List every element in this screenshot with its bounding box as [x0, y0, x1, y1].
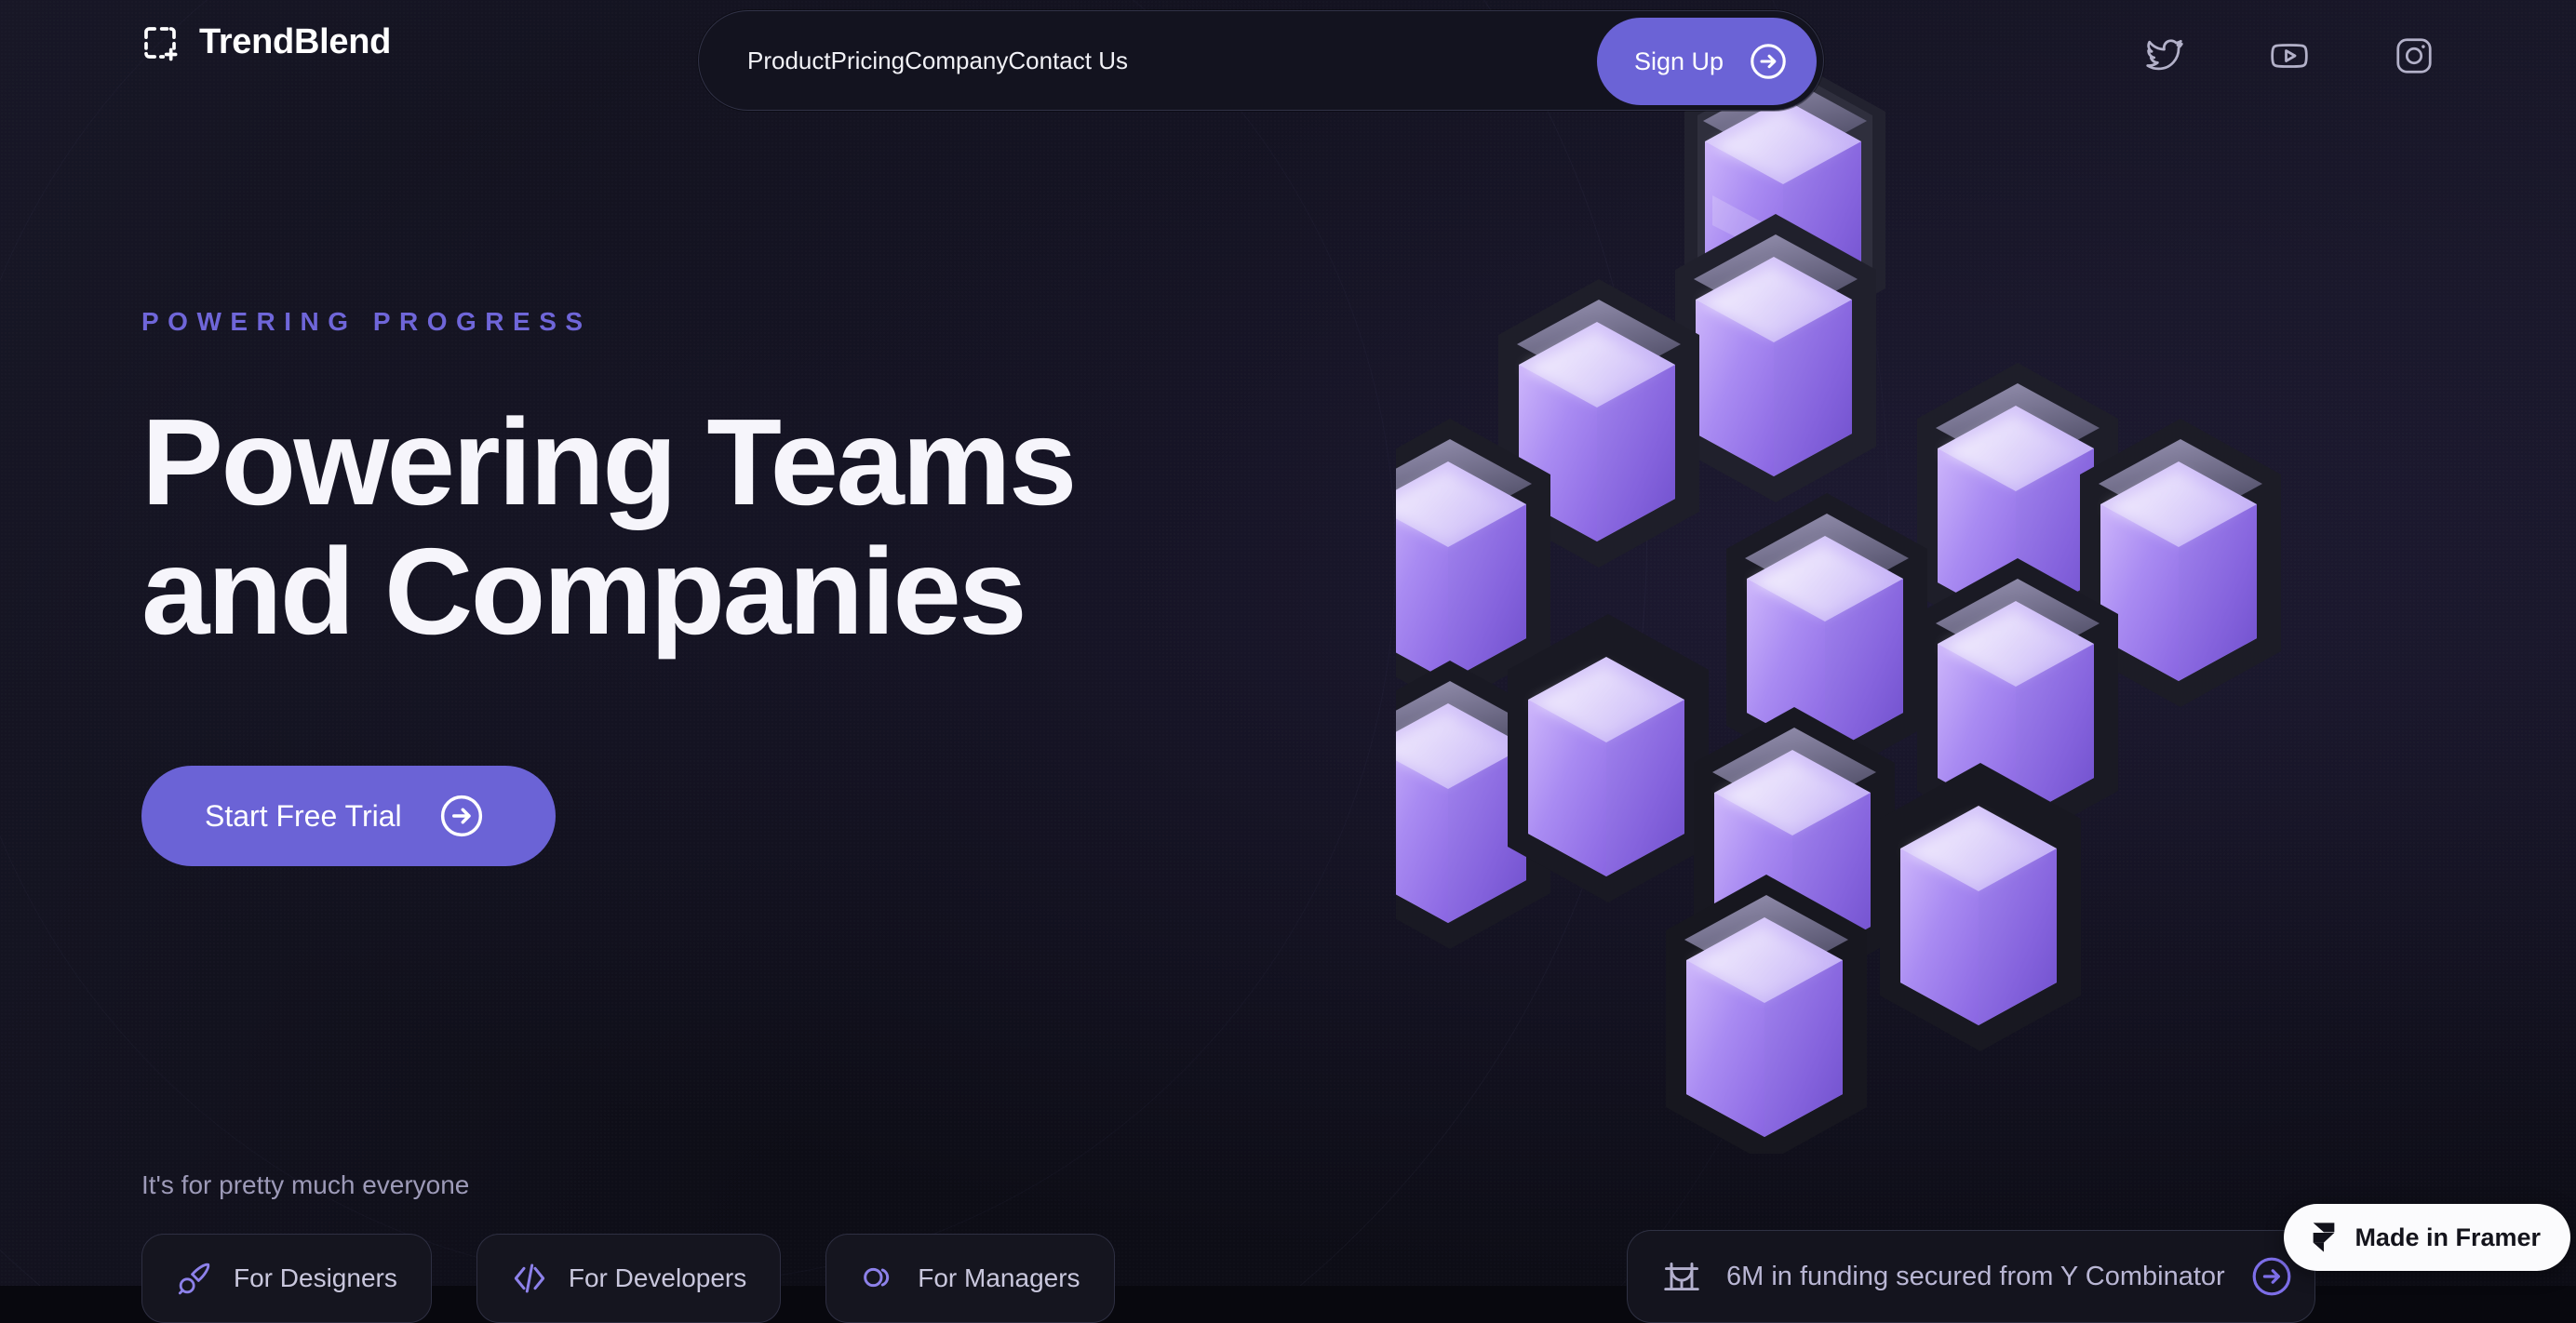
hero-eyebrow: POWERING PROGRESS: [141, 307, 592, 336]
headline-line-1: Powering Teams: [141, 394, 1077, 530]
chip-for-managers[interactable]: For Managers: [825, 1234, 1115, 1323]
funding-text: 6M in funding secured from Y Combinator: [1726, 1261, 2225, 1291]
paint-brush-icon: [178, 1263, 210, 1295]
circle-arrow-right-icon: [1751, 44, 1786, 79]
page-title: Powering Teams and Companies: [141, 397, 1077, 660]
funding-badge[interactable]: 6M in funding secured from Y Combinator: [1627, 1230, 2315, 1323]
audience-chips: For Designers For Developers For Manager…: [141, 1234, 1115, 1323]
users-icon: [864, 1267, 890, 1288]
sign-up-button[interactable]: Sign Up: [1596, 18, 1817, 105]
chip-label: For Designers: [234, 1263, 397, 1292]
headline-line-2: and Companies: [141, 522, 1027, 660]
chip-label: For Managers: [918, 1263, 1080, 1292]
cta-label: Start Free Trial: [205, 798, 402, 833]
youtube-icon[interactable]: [2269, 35, 2310, 76]
brand-logo[interactable]: TrendBlend: [141, 22, 391, 62]
code-brackets-icon: [514, 1263, 545, 1293]
circle-arrow-right-icon[interactable]: [2249, 1254, 2294, 1299]
bridge-icon: [1664, 1262, 1699, 1291]
site-header: TrendBlend Product Pricing Company Conta…: [0, 0, 2576, 121]
nav-link-company[interactable]: Company: [905, 47, 1008, 75]
twitter-icon[interactable]: [2144, 35, 2185, 76]
sign-up-label: Sign Up: [1633, 47, 1724, 75]
chip-label: For Developers: [568, 1263, 747, 1292]
social-links: [2144, 35, 2435, 76]
instagram-icon[interactable]: [2394, 35, 2435, 76]
nav-link-contact-us[interactable]: Contact Us: [1008, 47, 1128, 75]
chip-for-designers[interactable]: For Designers: [141, 1234, 432, 1323]
made-in-framer-badge[interactable]: Made in Framer: [2284, 1204, 2570, 1271]
chip-for-developers[interactable]: For Developers: [476, 1234, 782, 1323]
start-free-trial-button[interactable]: Start Free Trial: [141, 766, 556, 867]
brand-name: TrendBlend: [199, 22, 392, 61]
main-nav: Product Pricing Company Contact Us Sign …: [698, 10, 1824, 111]
framer-logo-icon: [2314, 1223, 2335, 1252]
audience-label: It's for pretty much everyone: [141, 1170, 470, 1199]
hero-artwork: [1396, 56, 2345, 1154]
dashed-square-plus-icon: [144, 26, 178, 60]
hero-copy: POWERING PROGRESS Powering Teams and Com…: [141, 307, 1077, 867]
nav-link-product[interactable]: Product: [747, 47, 831, 75]
framer-label: Made in Framer: [2355, 1223, 2541, 1251]
nav-link-pricing[interactable]: Pricing: [831, 47, 905, 75]
circle-arrow-right-icon: [440, 795, 482, 837]
